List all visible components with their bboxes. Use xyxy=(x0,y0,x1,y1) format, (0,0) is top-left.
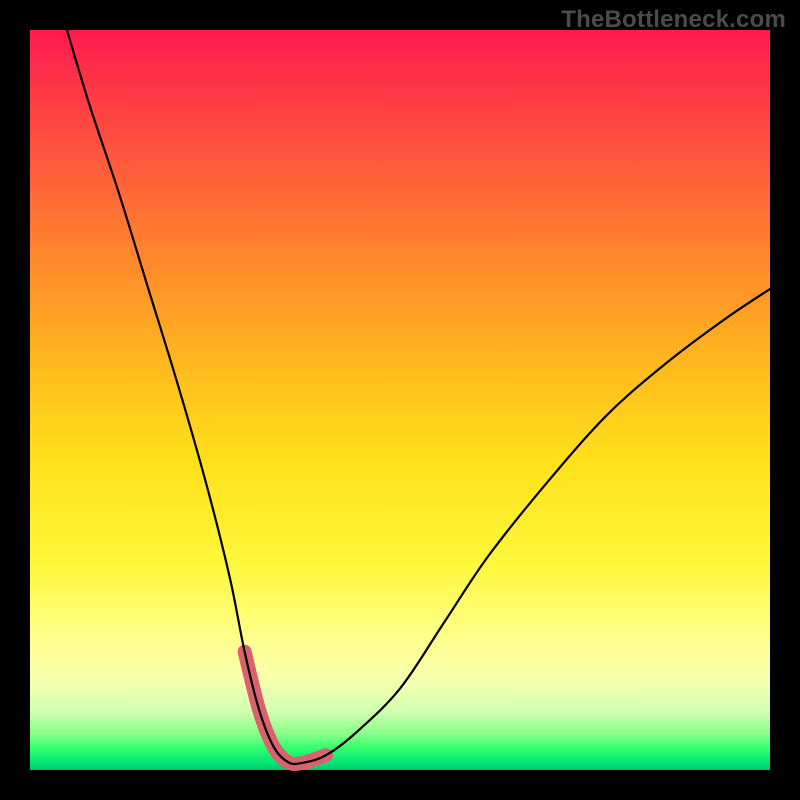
optimal-zone-highlight xyxy=(245,652,326,764)
curve-svg xyxy=(30,30,770,770)
watermark-text: TheBottleneck.com xyxy=(561,6,786,34)
plot-area xyxy=(30,30,770,770)
chart-frame: TheBottleneck.com xyxy=(0,0,800,800)
bottleneck-curve xyxy=(67,30,770,764)
